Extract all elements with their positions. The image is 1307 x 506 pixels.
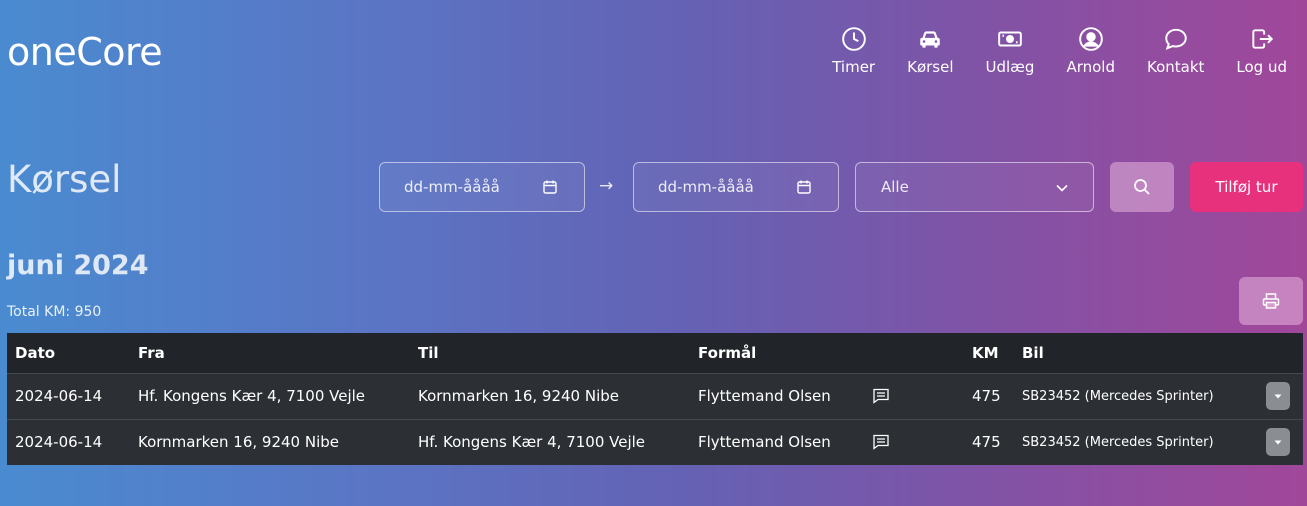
money-icon <box>998 31 1022 47</box>
table-row: 2024-06-14 Kornmarken 16, 9240 Nibe Hf. … <box>7 419 1303 465</box>
car-filter-select[interactable]: Alle <box>855 162 1094 212</box>
cell-dato: 2024-06-14 <box>15 387 103 405</box>
caret-down-icon <box>1274 394 1282 399</box>
col-header: Til <box>418 343 439 362</box>
nav-korsel[interactable]: Kørsel <box>907 26 954 76</box>
chevron-down-icon <box>1056 184 1068 192</box>
chat-icon <box>1164 28 1187 50</box>
table-row: 2024-06-14 Hf. Kongens Kær 4, 7100 Vejle… <box>7 373 1303 419</box>
clock-icon <box>841 27 866 51</box>
car-icon <box>920 31 941 48</box>
search-button[interactable] <box>1110 162 1174 212</box>
cell-comment <box>864 419 964 465</box>
cell-til: Kornmarken 16, 9240 Nibe <box>418 387 620 405</box>
cell-actions <box>1258 373 1303 419</box>
cell-actions <box>1258 419 1303 465</box>
nav-label: Kørsel <box>907 58 954 76</box>
select-value: Alle <box>881 178 909 196</box>
nav-label: Arnold <box>1066 58 1115 76</box>
nav-kontakt[interactable]: Kontakt <box>1147 26 1204 76</box>
app-logo[interactable]: oneCore <box>7 30 163 74</box>
cell-formaal: Flyttemand Olsen <box>698 433 831 452</box>
nav-label: Timer <box>832 58 876 76</box>
comment-icon[interactable] <box>872 387 890 405</box>
cell-km: 475 <box>972 433 1001 452</box>
cell-bil: SB23452 (Mercedes Sprinter) <box>1022 388 1214 404</box>
comment-icon[interactable] <box>872 433 890 451</box>
page-title: Kørsel <box>7 158 122 201</box>
top-nav: Timer Kørsel Udlæg Arnold Kontakt Log ud <box>800 26 1287 76</box>
add-trip-button[interactable]: Tilføj tur <box>1190 162 1303 212</box>
col-header: Fra <box>138 343 165 362</box>
row-menu-button[interactable] <box>1266 428 1290 457</box>
nav-timer[interactable]: Timer <box>832 26 875 76</box>
nav-label: Kontakt <box>1146 58 1205 76</box>
col-header: Bil <box>1022 343 1044 362</box>
print-button[interactable] <box>1239 277 1303 325</box>
total-km: Total KM: 950 <box>7 304 102 320</box>
user-icon <box>1078 27 1103 51</box>
cell-fra: Kornmarken 16, 9240 Nibe <box>138 433 340 452</box>
cell-bil: SB23452 (Mercedes Sprinter) <box>1022 434 1214 450</box>
col-header: KM <box>972 343 999 362</box>
calendar-icon[interactable] <box>542 179 558 195</box>
cell-formaal: Flyttemand Olsen <box>698 387 831 405</box>
date-to-placeholder: dd-mm-åååå <box>658 178 754 196</box>
nav-label: Udlæg <box>985 58 1035 76</box>
cell-til: Hf. Kongens Kær 4, 7100 Vejle <box>418 433 646 452</box>
printer-icon <box>1262 293 1280 309</box>
cell-km: 475 <box>972 387 1001 405</box>
cell-comment <box>864 373 964 419</box>
table-header-row: Dato Fra Til Formål KM Bil <box>7 333 1303 373</box>
range-arrow: → <box>599 176 614 196</box>
nav-logout[interactable]: Log ud <box>1236 26 1287 76</box>
trips-table: Dato Fra Til Formål KM Bil 2024-06-14 Hf… <box>7 333 1303 465</box>
date-from-input[interactable]: dd-mm-åååå <box>379 162 585 212</box>
search-icon <box>1134 179 1150 195</box>
nav-udlaeg[interactable]: Udlæg <box>985 26 1035 76</box>
col-header-actions <box>1258 333 1303 373</box>
calendar-icon[interactable] <box>796 179 812 195</box>
caret-down-icon <box>1274 440 1282 445</box>
nav-label: Log ud <box>1236 58 1287 76</box>
col-header <box>864 333 964 373</box>
date-from-placeholder: dd-mm-åååå <box>404 178 500 196</box>
col-header: Dato <box>15 343 56 362</box>
logout-icon <box>1252 29 1273 49</box>
date-to-input[interactable]: dd-mm-åååå <box>633 162 839 212</box>
row-menu-button[interactable] <box>1266 382 1290 410</box>
cell-dato: 2024-06-14 <box>15 433 103 452</box>
cell-fra: Hf. Kongens Kær 4, 7100 Vejle <box>138 387 366 405</box>
nav-arnold[interactable]: Arnold <box>1066 26 1115 76</box>
month-heading: juni 2024 <box>7 250 149 281</box>
col-header: Formål <box>698 343 757 362</box>
